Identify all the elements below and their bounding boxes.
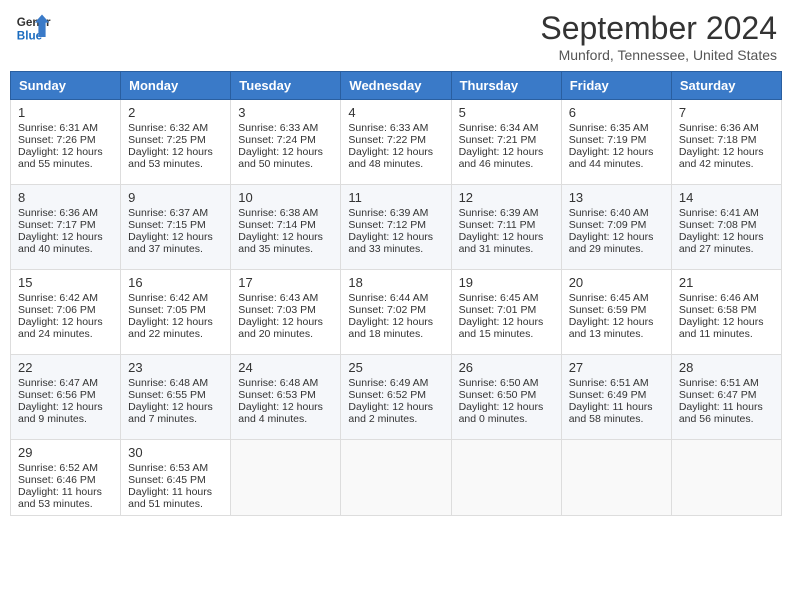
day-11: 11 Sunrise: 6:39 AMSunset: 7:12 PMDaylig… xyxy=(341,185,451,270)
day-8: 8 Sunrise: 6:36 AMSunset: 7:17 PMDayligh… xyxy=(11,185,121,270)
calendar-week-1: 1 Sunrise: 6:31 AMSunset: 7:26 PMDayligh… xyxy=(11,100,782,185)
day-10: 10 Sunrise: 6:38 AMSunset: 7:14 PMDaylig… xyxy=(231,185,341,270)
calendar-week-4: 22 Sunrise: 6:47 AMSunset: 6:56 PMDaylig… xyxy=(11,355,782,440)
header-friday: Friday xyxy=(561,72,671,100)
day-24: 24 Sunrise: 6:48 AMSunset: 6:53 PMDaylig… xyxy=(231,355,341,440)
calendar-week-3: 15 Sunrise: 6:42 AMSunset: 7:06 PMDaylig… xyxy=(11,270,782,355)
day-26: 26 Sunrise: 6:50 AMSunset: 6:50 PMDaylig… xyxy=(451,355,561,440)
day-13: 13 Sunrise: 6:40 AMSunset: 7:09 PMDaylig… xyxy=(561,185,671,270)
day-4: 4 Sunrise: 6:33 AMSunset: 7:22 PMDayligh… xyxy=(341,100,451,185)
calendar-header-row: Sunday Monday Tuesday Wednesday Thursday… xyxy=(11,72,782,100)
day-15: 15 Sunrise: 6:42 AMSunset: 7:06 PMDaylig… xyxy=(11,270,121,355)
logo: General Blue xyxy=(15,10,51,46)
day-17: 17 Sunrise: 6:43 AMSunset: 7:03 PMDaylig… xyxy=(231,270,341,355)
day-2: 2 Sunrise: 6:32 AMSunset: 7:25 PMDayligh… xyxy=(121,100,231,185)
day-5: 5 Sunrise: 6:34 AMSunset: 7:21 PMDayligh… xyxy=(451,100,561,185)
day-22: 22 Sunrise: 6:47 AMSunset: 6:56 PMDaylig… xyxy=(11,355,121,440)
day-16: 16 Sunrise: 6:42 AMSunset: 7:05 PMDaylig… xyxy=(121,270,231,355)
day-19: 19 Sunrise: 6:45 AMSunset: 7:01 PMDaylig… xyxy=(451,270,561,355)
day-27: 27 Sunrise: 6:51 AMSunset: 6:49 PMDaylig… xyxy=(561,355,671,440)
header-saturday: Saturday xyxy=(671,72,781,100)
day-14: 14 Sunrise: 6:41 AMSunset: 7:08 PMDaylig… xyxy=(671,185,781,270)
day-18: 18 Sunrise: 6:44 AMSunset: 7:02 PMDaylig… xyxy=(341,270,451,355)
header-thursday: Thursday xyxy=(451,72,561,100)
day-29: 29 Sunrise: 6:52 AMSunset: 6:46 PMDaylig… xyxy=(11,440,121,516)
logo-icon: General Blue xyxy=(15,10,51,46)
day-3: 3 Sunrise: 6:33 AMSunset: 7:24 PMDayligh… xyxy=(231,100,341,185)
calendar-week-5: 29 Sunrise: 6:52 AMSunset: 6:46 PMDaylig… xyxy=(11,440,782,516)
day-7: 7 Sunrise: 6:36 AMSunset: 7:18 PMDayligh… xyxy=(671,100,781,185)
day-25: 25 Sunrise: 6:49 AMSunset: 6:52 PMDaylig… xyxy=(341,355,451,440)
month-title: September 2024 xyxy=(540,10,777,47)
empty-cell-5 xyxy=(671,440,781,516)
day-21: 21 Sunrise: 6:46 AMSunset: 6:58 PMDaylig… xyxy=(671,270,781,355)
day-1: 1 Sunrise: 6:31 AMSunset: 7:26 PMDayligh… xyxy=(11,100,121,185)
header-monday: Monday xyxy=(121,72,231,100)
calendar-week-2: 8 Sunrise: 6:36 AMSunset: 7:17 PMDayligh… xyxy=(11,185,782,270)
empty-cell-1 xyxy=(231,440,341,516)
title-block: September 2024 Munford, Tennessee, Unite… xyxy=(540,10,777,63)
header-tuesday: Tuesday xyxy=(231,72,341,100)
day-28: 28 Sunrise: 6:51 AMSunset: 6:47 PMDaylig… xyxy=(671,355,781,440)
empty-cell-2 xyxy=(341,440,451,516)
day-30: 30 Sunrise: 6:53 AMSunset: 6:45 PMDaylig… xyxy=(121,440,231,516)
empty-cell-4 xyxy=(561,440,671,516)
header-wednesday: Wednesday xyxy=(341,72,451,100)
page-header: General Blue September 2024 Munford, Ten… xyxy=(10,10,782,63)
day-20: 20 Sunrise: 6:45 AMSunset: 6:59 PMDaylig… xyxy=(561,270,671,355)
day-9: 9 Sunrise: 6:37 AMSunset: 7:15 PMDayligh… xyxy=(121,185,231,270)
calendar-table: Sunday Monday Tuesday Wednesday Thursday… xyxy=(10,71,782,516)
location: Munford, Tennessee, United States xyxy=(540,47,777,63)
day-12: 12 Sunrise: 6:39 AMSunset: 7:11 PMDaylig… xyxy=(451,185,561,270)
day-23: 23 Sunrise: 6:48 AMSunset: 6:55 PMDaylig… xyxy=(121,355,231,440)
header-sunday: Sunday xyxy=(11,72,121,100)
day-6: 6 Sunrise: 6:35 AMSunset: 7:19 PMDayligh… xyxy=(561,100,671,185)
empty-cell-3 xyxy=(451,440,561,516)
svg-text:General: General xyxy=(17,16,51,29)
